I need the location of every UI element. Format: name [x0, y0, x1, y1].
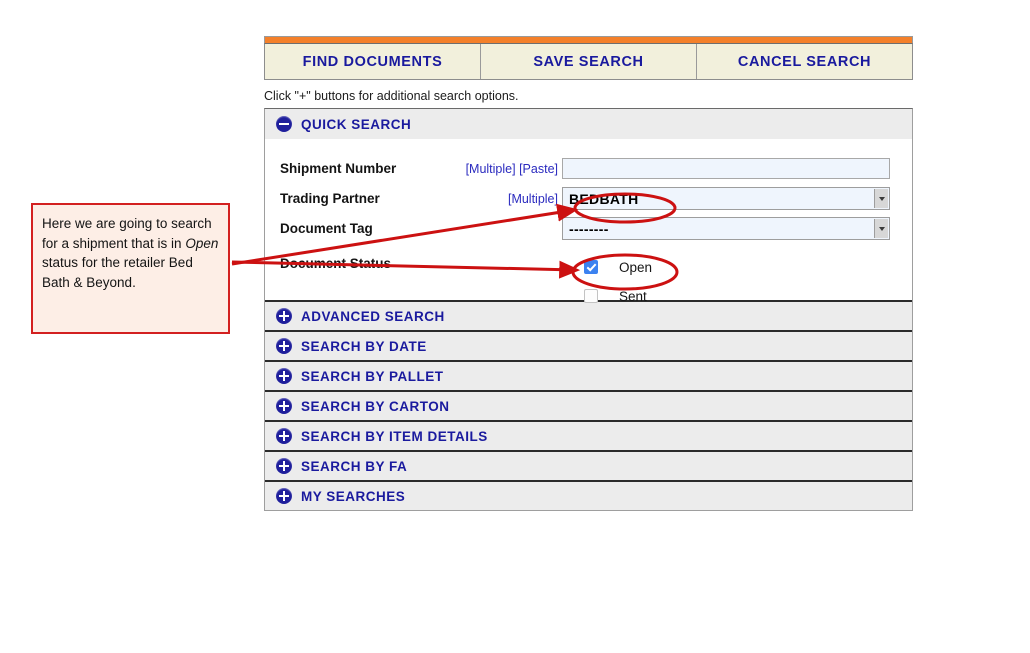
plus-circle-icon[interactable]	[276, 458, 292, 474]
section-header-quick-search[interactable]: QUICK SEARCH	[265, 109, 912, 139]
section-title-advanced-search: ADVANCED SEARCH	[301, 308, 445, 324]
trading-partner-selected-value: BEDBATH	[569, 190, 639, 207]
section-title-search-by-carton: SEARCH BY CARTON	[301, 398, 450, 414]
status-option-sent: Sent	[584, 285, 890, 307]
form-row-document-status: Document Status Open Sent	[265, 256, 912, 304]
section-header-search-by-date[interactable]: SEARCH BY DATE	[265, 330, 912, 360]
open-status-label: Open	[619, 259, 653, 275]
label-document-tag: Document Tag	[280, 221, 373, 236]
sent-status-checkbox[interactable]	[584, 289, 598, 303]
section-header-search-by-item-details[interactable]: SEARCH BY ITEM DETAILS	[265, 420, 912, 450]
section-header-my-searches[interactable]: MY SEARCHES	[265, 480, 912, 510]
action-button-bar: FIND DOCUMENTS SAVE SEARCH CANCEL SEARCH	[264, 43, 913, 80]
label-trading-partner: Trading Partner	[280, 191, 380, 206]
section-header-search-by-carton[interactable]: SEARCH BY CARTON	[265, 390, 912, 420]
control-document-status: Open Sent	[562, 256, 912, 314]
section-title-search-by-date: SEARCH BY DATE	[301, 338, 427, 354]
search-form-app: FIND DOCUMENTS SAVE SEARCH CANCEL SEARCH…	[264, 36, 913, 511]
control-trading-partner: BEDBATH	[562, 187, 912, 210]
control-shipment-number	[562, 158, 912, 179]
chevron-down-icon[interactable]	[874, 219, 888, 238]
cancel-search-button[interactable]: CANCEL SEARCH	[696, 44, 912, 79]
multiple-link-trading-partner[interactable]: [Multiple]	[508, 192, 558, 206]
section-title-search-by-fa: SEARCH BY FA	[301, 458, 408, 474]
shipment-number-input[interactable]	[562, 158, 890, 179]
plus-circle-icon[interactable]	[276, 308, 292, 324]
annotation-callout-box: Here we are going to search for a shipme…	[31, 203, 230, 334]
plus-circle-icon[interactable]	[276, 368, 292, 384]
document-tag-select[interactable]: --------	[562, 217, 890, 240]
form-row-trading-partner: Trading Partner [Multiple] BEDBATH	[265, 187, 912, 210]
section-header-search-by-fa[interactable]: SEARCH BY FA	[265, 450, 912, 480]
control-document-tag: --------	[562, 217, 912, 240]
multiple-link-shipment-number[interactable]: [Multiple]	[466, 162, 516, 176]
search-accordion-panel: QUICK SEARCH Shipment Number [Multiple] …	[264, 108, 913, 511]
chevron-down-icon[interactable]	[874, 189, 888, 208]
section-title-search-by-pallet: SEARCH BY PALLET	[301, 368, 444, 384]
plus-circle-icon[interactable]	[276, 488, 292, 504]
links-shipment-number: [Multiple] [Paste]	[442, 162, 562, 176]
plus-circle-icon[interactable]	[276, 428, 292, 444]
section-title-search-by-item-details: SEARCH BY ITEM DETAILS	[301, 428, 488, 444]
section-header-search-by-pallet[interactable]: SEARCH BY PALLET	[265, 360, 912, 390]
document-tag-selected-value: --------	[569, 220, 609, 237]
quick-search-body: Shipment Number [Multiple] [Paste] Tradi…	[265, 139, 912, 304]
trading-partner-select[interactable]: BEDBATH	[562, 187, 890, 210]
find-documents-button[interactable]: FIND DOCUMENTS	[265, 44, 480, 79]
paste-link-shipment-number[interactable]: [Paste]	[519, 162, 558, 176]
plus-circle-icon[interactable]	[276, 338, 292, 354]
annotation-emphasis: Open	[185, 235, 219, 251]
annotation-text-after: status for the retailer Bed Bath & Beyon…	[42, 255, 193, 290]
links-trading-partner: [Multiple]	[442, 192, 562, 206]
save-search-button[interactable]: SAVE SEARCH	[480, 44, 696, 79]
label-document-status: Document Status	[280, 256, 392, 271]
search-options-hint: Click "+" buttons for additional search …	[264, 89, 519, 103]
form-row-shipment-number: Shipment Number [Multiple] [Paste]	[265, 157, 912, 180]
section-title-quick-search: QUICK SEARCH	[301, 116, 412, 132]
label-shipment-number: Shipment Number	[280, 161, 397, 176]
section-title-my-searches: MY SEARCHES	[301, 488, 406, 504]
sent-status-label: Sent	[619, 288, 647, 304]
form-row-document-tag: Document Tag --------	[265, 217, 912, 240]
status-option-open: Open	[584, 256, 890, 278]
orange-accent-bar	[264, 36, 913, 43]
open-status-checkbox[interactable]	[584, 260, 598, 274]
minus-circle-icon[interactable]	[276, 116, 292, 132]
plus-circle-icon[interactable]	[276, 398, 292, 414]
